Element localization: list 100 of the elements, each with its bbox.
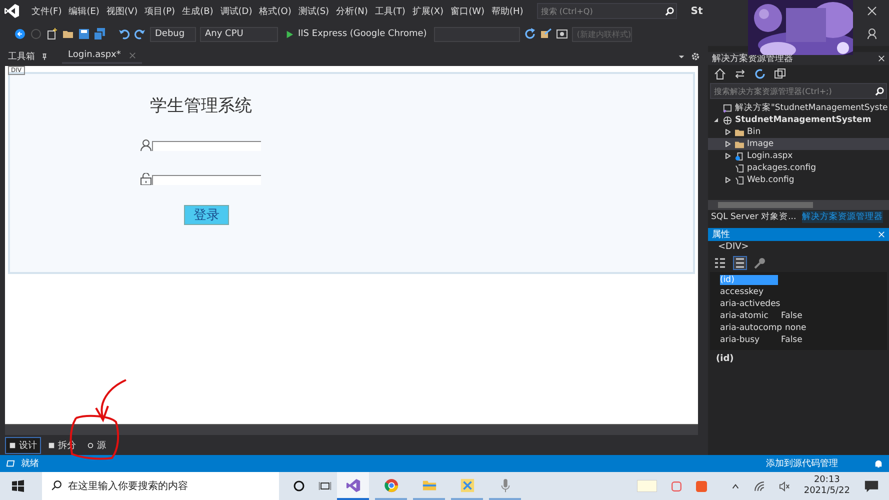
chevron-up-icon[interactable] — [730, 482, 740, 490]
tree-item[interactable]: 解决方案"StudnetManagementSyste — [708, 102, 889, 114]
browser-link-icon[interactable] — [540, 28, 552, 40]
menu-item[interactable]: 文件(F) — [28, 4, 66, 18]
menu-item[interactable]: 工具(T) — [371, 4, 409, 18]
lock-icon — [140, 173, 152, 185]
tree-item[interactable]: Login.aspx — [708, 150, 889, 162]
page-title: 学生管理系统 — [150, 95, 252, 117]
menu-item[interactable]: 视图(V) — [102, 4, 142, 18]
toolbox-tab[interactable]: 工具箱 — [8, 50, 35, 62]
globe-icon — [723, 116, 732, 124]
pin-icon[interactable] — [41, 52, 48, 60]
property-row[interactable]: aria-atomic False — [710, 310, 887, 322]
muted-speaker-icon[interactable] — [778, 480, 790, 492]
refresh-icon[interactable] — [524, 28, 536, 40]
notification-icon[interactable] — [864, 478, 879, 494]
new-project-icon[interactable] — [46, 28, 58, 40]
property-row[interactable]: aria-activedes — [710, 298, 887, 310]
search-icon — [664, 6, 674, 16]
menu-item[interactable]: 测试(S) — [294, 4, 333, 18]
taskbar-app[interactable] — [337, 472, 369, 500]
expanded-icon — [713, 117, 719, 123]
save-icon[interactable] — [78, 28, 90, 40]
solution-icon — [723, 104, 732, 112]
login-button[interactable]: 登录 — [184, 205, 229, 225]
document-tab[interactable]: Login.aspx* — [62, 48, 142, 64]
tree-item[interactable]: Image — [708, 138, 889, 150]
play-icon — [285, 30, 294, 38]
platform-dropdown[interactable]: Any CPU — [200, 26, 278, 42]
configuration-dropdown[interactable]: Debug — [150, 26, 196, 42]
input-method-icon[interactable] — [636, 480, 657, 492]
collapsed-icon — [725, 177, 731, 183]
user-icon — [140, 139, 152, 151]
panel-title: 属性 — [712, 228, 730, 240]
task-view-icon[interactable] — [319, 480, 331, 492]
tree-item[interactable]: Web.config — [708, 174, 889, 186]
view-tab[interactable]: 设计 — [5, 436, 41, 454]
window-title: St — [690, 6, 703, 16]
search-field[interactable]: 搜索解决方案资源管理器(Ctrl+;) — [710, 83, 887, 99]
tree-item[interactable]: packages.config — [708, 162, 889, 174]
property-row[interactable]: aria-busy False — [710, 334, 887, 346]
categorized-icon[interactable] — [714, 256, 726, 268]
search-field[interactable]: 在这里输入你要搜索的内容 — [42, 472, 279, 500]
visual-studio-logo-icon — [4, 3, 20, 19]
menu-item[interactable]: 扩展(X) — [408, 4, 448, 18]
tray-app-icon[interactable] — [670, 480, 682, 492]
page-icon — [735, 152, 744, 160]
collapse-icon[interactable] — [774, 68, 786, 80]
settings-icon[interactable] — [691, 52, 700, 60]
bell-icon[interactable] — [874, 459, 883, 468]
wifi-icon[interactable] — [754, 480, 765, 492]
menu-item[interactable]: 分析(N) — [332, 4, 372, 18]
visual-studio-icon — [346, 478, 360, 492]
folder-icon[interactable] — [62, 28, 74, 40]
key-icon[interactable] — [754, 256, 766, 268]
input-field[interactable] — [152, 175, 261, 185]
horizontal-scrollbar[interactable] — [708, 200, 889, 210]
status-icon — [6, 459, 15, 468]
close-icon[interactable] — [867, 6, 877, 16]
property-row[interactable]: accesskey — [710, 286, 887, 298]
back-icon[interactable] — [14, 28, 26, 40]
search-icon — [875, 86, 884, 96]
menu-item[interactable]: 帮助(H) — [488, 4, 527, 18]
search-icon — [51, 480, 62, 491]
home-icon[interactable] — [714, 68, 726, 80]
clock[interactable]: 20:13 2021/5/22 — [804, 475, 850, 497]
menu-item[interactable]: 格式(O) — [256, 4, 295, 18]
status-text: 就绪 — [21, 458, 39, 470]
menu-item[interactable]: 窗口(W) — [447, 4, 488, 18]
horizontal-scrollbar[interactable] — [5, 424, 698, 435]
tree-item[interactable]: StudnetManagementSystem — [708, 114, 889, 126]
cortana-icon[interactable] — [293, 480, 305, 492]
menu-item[interactable]: 生成(B) — [178, 4, 217, 18]
source-control-button[interactable]: 添加到源代码管理 — [766, 457, 838, 470]
tree-item[interactable]: Bin — [708, 126, 889, 138]
object-dropdown[interactable]: <DIV> — [708, 240, 889, 254]
property-row[interactable]: aria-autocomp none — [710, 322, 887, 334]
menu-item[interactable]: 项目(P) — [141, 4, 179, 18]
image-icon[interactable] — [556, 28, 568, 40]
redo-icon[interactable] — [134, 28, 146, 40]
undo-icon[interactable] — [118, 28, 130, 40]
panel-tab[interactable]: SQL Server 对象资... — [711, 210, 796, 222]
windows-logo-icon[interactable] — [12, 480, 24, 492]
view-icon — [87, 442, 94, 448]
tool-icon — [460, 478, 474, 492]
alphabetical-icon[interactable] — [734, 256, 746, 268]
menu-item[interactable]: 调试(D) — [216, 4, 256, 18]
save-all-icon[interactable] — [94, 28, 106, 40]
config-file-icon — [735, 164, 744, 172]
dropdown-icon[interactable] — [678, 52, 685, 60]
menu-item[interactable]: 编辑(E) — [65, 4, 103, 18]
refresh-icon[interactable] — [754, 68, 766, 80]
input-field[interactable] — [152, 141, 261, 151]
search-field[interactable]: 搜索 (Ctrl+Q) — [536, 3, 677, 19]
sync-icon[interactable] — [734, 68, 746, 80]
config-file-icon — [735, 176, 744, 184]
panel-tab[interactable]: 解决方案资源管理器 — [802, 210, 884, 222]
view-icon — [9, 442, 16, 448]
tab-title: Login.aspx* — [68, 50, 121, 60]
browser-icon — [384, 478, 398, 492]
